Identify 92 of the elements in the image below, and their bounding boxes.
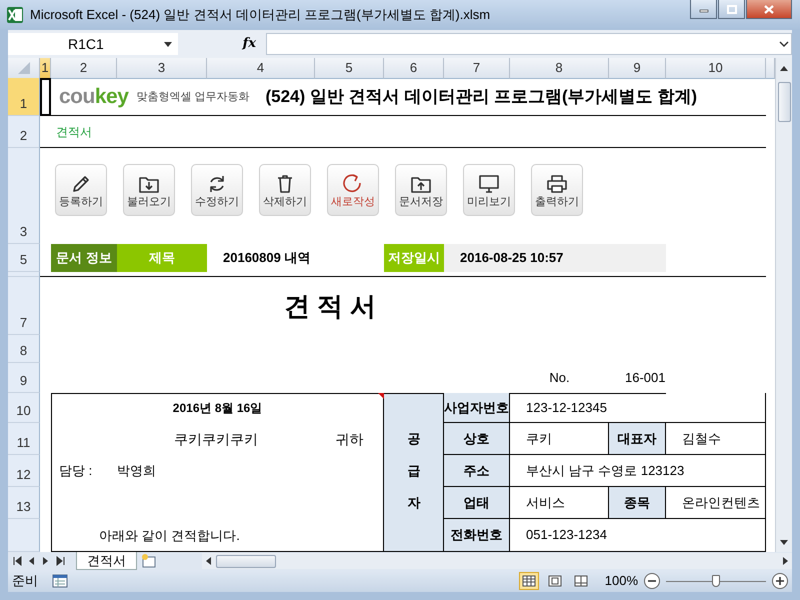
row-header[interactable]: 1 — [8, 78, 40, 116]
last-sheet-icon[interactable] — [54, 555, 66, 567]
number-label: No. — [549, 369, 570, 388]
window-title: Microsoft Excel - (524) 일반 견적서 데이터관리 프로그램(부가세별도 합계).xlsm — [30, 6, 490, 24]
supplier-label: 공 — [408, 430, 420, 448]
column-header[interactable]: 10 — [666, 58, 766, 78]
field-label: 대표자 — [609, 423, 666, 455]
column-header[interactable]: 9 — [609, 58, 666, 78]
column-header[interactable]: 7 — [444, 58, 510, 78]
zoom-out-button[interactable] — [644, 573, 660, 589]
sheet-link[interactable]: 견적서 — [56, 123, 92, 141]
first-sheet-icon[interactable] — [12, 555, 24, 567]
row-header[interactable]: 13 — [8, 487, 40, 519]
vertical-scrollbar[interactable] — [775, 58, 792, 552]
zoom-level-text: 100% — [604, 572, 638, 590]
status-text: 준비 — [12, 572, 39, 590]
recipient-name: 쿠키쿠키쿠키 — [174, 430, 258, 448]
saved-date-value: 2016-08-25 10:57 — [444, 244, 666, 272]
document-heading: 견 적 서 — [284, 290, 376, 322]
title-value: 20160809 내역 — [223, 249, 310, 268]
toolbar-button[interactable]: 문서저장 — [395, 164, 447, 216]
zoom-in-button[interactable] — [772, 573, 788, 589]
info-label: 제목 — [117, 244, 207, 272]
field-label: 종목 — [609, 487, 666, 519]
supplier-label: 급 — [408, 462, 420, 480]
info-label: 문서 정보 — [51, 244, 117, 272]
row-header[interactable]: 5 — [8, 244, 40, 272]
quote-note: 아래와 같이 견적합니다. — [99, 526, 240, 545]
toolbar-button[interactable]: 등록하기 — [55, 164, 107, 216]
name-box[interactable]: R1C1 — [8, 33, 178, 55]
row-header[interactable]: 3 — [8, 148, 40, 244]
comment-marker-icon — [378, 393, 384, 399]
toolbar-button[interactable]: 삭제하기 — [259, 164, 311, 216]
row-header[interactable]: 9 — [8, 363, 40, 393]
scroll-thumb[interactable] — [778, 82, 790, 122]
toolbar-button[interactable]: 수정하기 — [191, 164, 243, 216]
field-label: 상호 — [444, 423, 510, 455]
minus-icon — [648, 577, 656, 585]
field-label: 업태 — [444, 487, 510, 519]
scroll-thumb[interactable] — [216, 554, 276, 568]
row-header[interactable]: 7 — [8, 277, 40, 335]
sheet-tab[interactable]: 견적서 — [76, 552, 137, 570]
horizontal-scrollbar[interactable] — [202, 553, 792, 569]
field-value: 김철수 — [666, 423, 766, 455]
toolbar-button[interactable]: 불러오기 — [123, 164, 175, 216]
minimize-button[interactable] — [690, 0, 717, 19]
maximize-icon — [726, 4, 736, 14]
column-header[interactable]: 5 — [315, 58, 384, 78]
field-label: 전화번호 — [444, 519, 510, 552]
logo: coukey — [59, 84, 128, 110]
row-header[interactable]: 12 — [8, 455, 40, 487]
quote-date: 2016년 8월 16일 — [172, 400, 262, 417]
toolbar-button[interactable]: 미리보기 — [463, 164, 515, 216]
insert-function-button[interactable]: fx — [182, 34, 262, 54]
row-header[interactable]: 2 — [8, 116, 40, 148]
row-header[interactable]: 10 — [8, 393, 40, 423]
field-label: 주소 — [444, 455, 510, 487]
document-number: 16-001 — [625, 369, 666, 388]
field-label: 사업자번호 — [444, 393, 510, 423]
excel-app-icon — [6, 6, 24, 24]
column-header[interactable]: 8 — [510, 58, 609, 78]
dropdown-caret-icon[interactable] — [164, 42, 172, 46]
honorific: 귀하 — [336, 430, 364, 448]
normal-view-icon — [520, 574, 537, 588]
contact-name: 박영희 — [117, 462, 156, 480]
info-label: 저장일시 — [384, 244, 444, 272]
contact-label: 담당 : — [59, 462, 92, 480]
zoom-slider-thumb[interactable] — [712, 575, 720, 587]
formula-input-field[interactable] — [266, 33, 792, 55]
field-value: 온라인컨텐츠 — [666, 487, 766, 519]
row-header[interactable]: 11 — [8, 423, 40, 455]
plus-icon — [776, 577, 784, 585]
toolbar-button[interactable]: 출력하기 — [531, 164, 583, 216]
column-header[interactable]: 6 — [384, 58, 444, 78]
column-header[interactable]: 3 — [117, 58, 207, 78]
maximize-button[interactable] — [718, 0, 745, 19]
column-header[interactable]: 2 — [51, 58, 117, 78]
corner-triangle-icon — [18, 62, 30, 74]
logo-tagline: 맞춤형엑셀 업무자동화 — [136, 90, 250, 105]
toolbar-button[interactable]: 새로작성 — [327, 164, 379, 216]
view-button[interactable] — [518, 572, 539, 590]
page-break-view-icon — [572, 574, 589, 588]
macro-record-icon[interactable] — [52, 574, 68, 588]
row-header[interactable]: 8 — [8, 335, 40, 363]
column-header[interactable]: 1 — [40, 58, 51, 78]
page-layout-view-icon — [546, 574, 563, 588]
selected-cell[interactable] — [40, 78, 51, 116]
close-icon — [764, 4, 774, 14]
column-header[interactable]: 4 — [207, 58, 315, 78]
supplier-label: 자 — [408, 494, 420, 512]
sheet-title: (524) 일반 견적서 데이터관리 프로그램(부가세별도 합계) — [265, 86, 698, 108]
close-button[interactable] — [746, 0, 792, 19]
